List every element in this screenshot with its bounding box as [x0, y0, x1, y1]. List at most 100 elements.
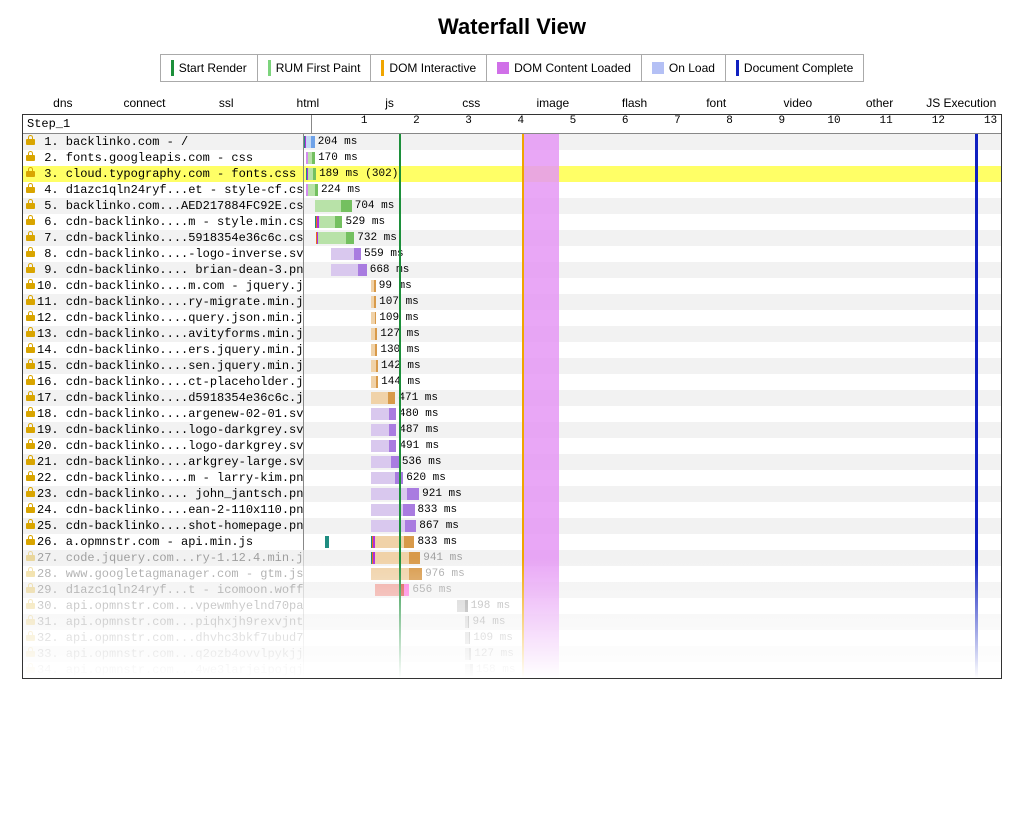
lock-icon [23, 438, 37, 454]
lock-icon [23, 582, 37, 598]
waterfall-row[interactable]: 2. fonts.googleapis.com - css170 ms [23, 150, 1001, 166]
row-label: 11. cdn-backlinko....ry-migrate.min.js [37, 294, 304, 310]
timing-bar [331, 264, 366, 276]
waterfall-row[interactable]: 3. cloud.typography.com - fonts.css189 m… [23, 166, 1001, 182]
timing-bar [371, 552, 421, 564]
resource-type: font [675, 96, 757, 110]
legend-label: Start Render [179, 61, 247, 75]
waterfall-row[interactable]: 17. cdn-backlinko....d5918354e36c6c.js47… [23, 390, 1001, 406]
row-label: 22. cdn-backlinko....m - larry-kim.png [37, 470, 304, 486]
row-timing: 480 ms [304, 406, 1001, 422]
waterfall-row[interactable]: 24. cdn-backlinko....ean-2-110x110.png83… [23, 502, 1001, 518]
waterfall-row[interactable]: 22. cdn-backlinko....m - larry-kim.png62… [23, 470, 1001, 486]
row-label: 31. api.opmnstr.com...piqhxjh9rexvjnt0 [37, 614, 304, 630]
row-timing: 833 ms [304, 502, 1001, 518]
row-timing: 620 ms [304, 470, 1001, 486]
waterfall-row[interactable]: 23. cdn-backlinko.... john_jantsch.png92… [23, 486, 1001, 502]
legend-label: DOM Interactive [389, 61, 476, 75]
waterfall-row[interactable]: 33. api.opmnstr.com...q2ozb4ovvlpykjjd12… [23, 646, 1001, 662]
timing-ms-label: 109 ms [473, 630, 513, 646]
row-timing: 142 ms [304, 358, 1001, 374]
waterfall-row[interactable]: 10. cdn-backlinko....m.com - jquery.js99… [23, 278, 1001, 294]
lock-icon [23, 550, 37, 566]
resource-type-label: other [839, 96, 921, 110]
resource-type-label: js [349, 96, 431, 110]
waterfall-row[interactable]: 19. cdn-backlinko....logo-darkgrey.svg48… [23, 422, 1001, 438]
timing-ms-label: 170 ms [318, 150, 358, 166]
lock-icon [23, 598, 37, 614]
row-label: 27. code.jquery.com...ry-1.12.4.min.js [37, 550, 304, 566]
waterfall-row[interactable]: 29. d1azc1qln24ryf...t - icomoon.woff265… [23, 582, 1001, 598]
resource-type: image [512, 96, 594, 110]
row-timing: 158 ms [304, 662, 1001, 678]
row-label: 14. cdn-backlinko....ers.jquery.min.js [37, 342, 304, 358]
row-label: 12. cdn-backlinko....query.json.min.js [37, 310, 304, 326]
legend-item: On Load [642, 55, 726, 81]
waterfall-row[interactable]: 25. cdn-backlinko....shot-homepage.png86… [23, 518, 1001, 534]
row-timing: 170 ms [304, 150, 1001, 166]
resource-type: connect [104, 96, 186, 110]
timeline-ticks: 12345678910111213 [312, 115, 1001, 133]
timing-bar [315, 200, 352, 212]
waterfall-row[interactable]: 30. api.opmnstr.com...vpewmhyelnd70paz19… [23, 598, 1001, 614]
timing-ms-label: 529 ms [345, 214, 385, 230]
row-timing: 536 ms [304, 454, 1001, 470]
waterfall-row[interactable]: 16. cdn-backlinko....ct-placeholder.js14… [23, 374, 1001, 390]
waterfall-row[interactable]: 18. cdn-backlinko....argenew-02-01.svg48… [23, 406, 1001, 422]
lock-icon [23, 278, 37, 294]
waterfall-row[interactable]: 14. cdn-backlinko....ers.jquery.min.js13… [23, 342, 1001, 358]
timeline-tick: 13 [984, 115, 997, 127]
waterfall-row[interactable]: 6. cdn-backlinko....m - style.min.css529… [23, 214, 1001, 230]
timing-ms-label: 704 ms [355, 198, 395, 214]
waterfall-row[interactable]: 8. cdn-backlinko....-logo-inverse.svg559… [23, 246, 1001, 262]
legend-label: Document Complete [744, 61, 853, 75]
waterfall-row[interactable]: 28. www.googletagmanager.com - gtm.js976… [23, 566, 1001, 582]
resource-type: video [757, 96, 839, 110]
lock-icon [23, 566, 37, 582]
row-timing: 656 ms [304, 582, 1001, 598]
waterfall-row[interactable]: 9. cdn-backlinko.... brian-dean-3.png668… [23, 262, 1001, 278]
lock-icon [23, 614, 37, 630]
timing-ms-label: 833 ms [418, 534, 458, 550]
row-label: 29. d1azc1qln24ryf...t - icomoon.woff2 [37, 582, 304, 598]
waterfall-row[interactable]: 7. cdn-backlinko....5918354e36c6c.css732… [23, 230, 1001, 246]
waterfall-row[interactable]: 32. api.opmnstr.com...dhvhc3bkf7ubud7g10… [23, 630, 1001, 646]
waterfall-row[interactable]: 13. cdn-backlinko....avityforms.min.js12… [23, 326, 1001, 342]
timing-ms-label: 127 ms [380, 326, 420, 342]
lock-icon [23, 198, 37, 214]
timeline-tick: 7 [674, 115, 681, 127]
waterfall-row[interactable]: 5. backlinko.com...AED217884FC92E.css704… [23, 198, 1001, 214]
waterfall-row[interactable]: 27. code.jquery.com...ry-1.12.4.min.js 94… [23, 550, 1001, 566]
legend-line-icon [381, 60, 384, 76]
waterfall-row[interactable]: 21. cdn-backlinko....arkgrey-large.svg53… [23, 454, 1001, 470]
row-timing: 109 ms [304, 310, 1001, 326]
timing-bar [371, 504, 415, 516]
timing-ms-label: 536 ms [402, 454, 442, 470]
timing-bar [371, 472, 404, 484]
waterfall-row[interactable]: 34. api.opmnstr.com...4we3larjeipojqjy15… [23, 662, 1001, 678]
row-label: 18. cdn-backlinko....argenew-02-01.svg [37, 406, 304, 422]
lock-icon [23, 454, 37, 470]
resource-type-label: connect [104, 96, 186, 110]
timing-ms-label: 127 ms [474, 646, 514, 662]
lock-icon [23, 534, 37, 550]
lock-icon [23, 646, 37, 662]
timing-ms-label: 224 ms [321, 182, 361, 198]
waterfall-row[interactable]: 20. cdn-backlinko....logo-darkgrey.svg49… [23, 438, 1001, 454]
page-title: Waterfall View [10, 14, 1014, 40]
waterfall-row[interactable]: 26. a.opmnstr.com - api.min.js833 ms [23, 534, 1001, 550]
timing-ms-label: 94 ms [472, 614, 505, 630]
waterfall-row[interactable]: 4. d1azc1qln24ryf...et - style-cf.css224… [23, 182, 1001, 198]
legend-item: Document Complete [726, 55, 863, 81]
waterfall-row[interactable]: 1. backlinko.com - /204 ms [23, 134, 1001, 150]
resource-type: JS Execution [920, 96, 1002, 110]
waterfall-row[interactable]: 31. api.opmnstr.com...piqhxjh9rexvjnt0 94… [23, 614, 1001, 630]
lock-icon [23, 342, 37, 358]
resource-type-label: JS Execution [920, 96, 1002, 110]
lock-icon [23, 422, 37, 438]
waterfall-row[interactable]: 12. cdn-backlinko....query.json.min.js10… [23, 310, 1001, 326]
timing-ms-label: 941 ms [423, 550, 463, 566]
timing-bar [375, 584, 410, 596]
waterfall-row[interactable]: 15. cdn-backlinko....sen.jquery.min.js14… [23, 358, 1001, 374]
waterfall-row[interactable]: 11. cdn-backlinko....ry-migrate.min.js10… [23, 294, 1001, 310]
